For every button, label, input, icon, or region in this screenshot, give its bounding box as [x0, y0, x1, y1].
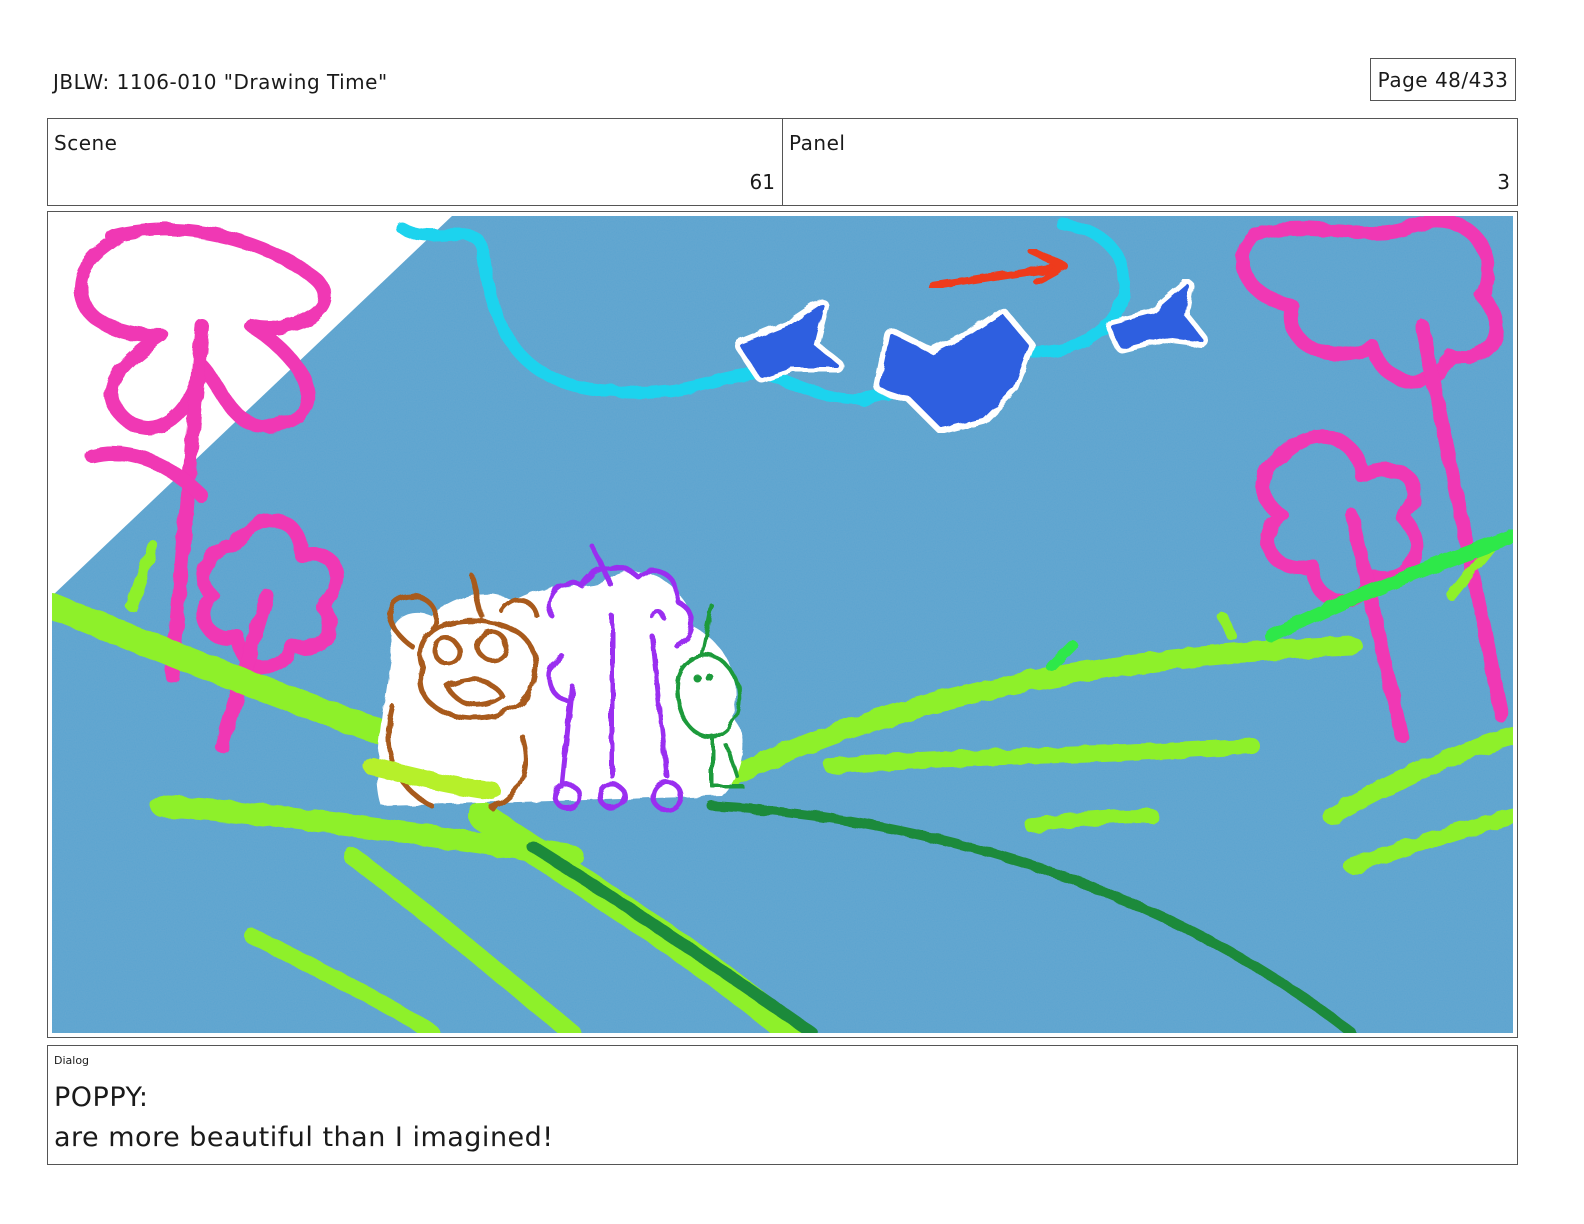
dialog-speaker: POPPY: — [54, 1082, 149, 1113]
dialog-label: Dialog — [54, 1054, 90, 1067]
scene-panel-row: Scene 61 Panel 3 — [47, 118, 1518, 206]
document-title: JBLW: 1106-010 "Drawing Time" — [53, 70, 388, 94]
page-label: Page — [1377, 67, 1429, 92]
storyboard-panel — [47, 211, 1518, 1038]
page-indicator: Page 48/433 — [1370, 58, 1516, 101]
page-number: 48/433 — [1434, 67, 1509, 92]
panel-cell: Panel 3 — [782, 119, 1517, 205]
scene-number: 61 — [749, 170, 775, 194]
dialog-line: are more beautiful than I imagined! — [54, 1122, 554, 1153]
panel-number: 3 — [1497, 170, 1510, 194]
scene-label: Scene — [54, 131, 118, 155]
dialog-box: Dialog POPPY: are more beautiful than I … — [47, 1045, 1518, 1165]
storyboard-drawing — [52, 216, 1513, 1033]
scene-cell: Scene 61 — [48, 119, 782, 205]
panel-label: Panel — [789, 131, 846, 155]
